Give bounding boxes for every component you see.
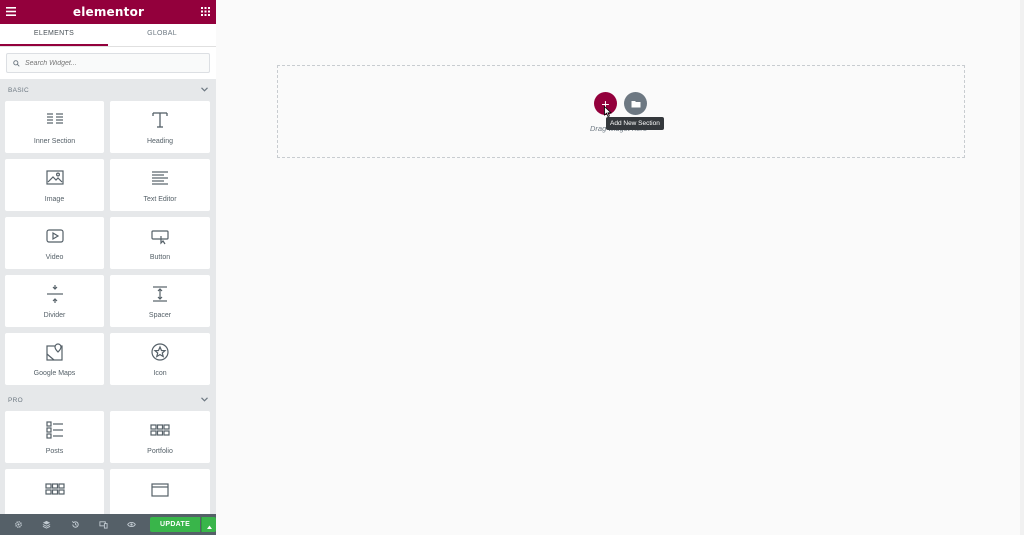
add-new-section-tooltip: Add New Section (606, 117, 664, 130)
folder-icon (631, 95, 641, 113)
tab-elements[interactable]: ELEMENTS (0, 24, 108, 46)
tab-global[interactable]: GLOBAL (108, 24, 216, 46)
posts-icon (45, 420, 63, 439)
widget-label: Button (149, 253, 171, 261)
heading-icon (152, 111, 168, 128)
gallery-icon (44, 483, 65, 495)
elementor-logo: elementor (72, 5, 145, 19)
widget-label: Divider (43, 311, 66, 319)
category-pro-label: PRO (8, 396, 23, 404)
widget-image[interactable]: Image (5, 159, 104, 211)
button-icon (151, 229, 169, 244)
panel-tabs: ELEMENTS GLOBAL (0, 24, 216, 47)
widget-google-maps[interactable]: Google Maps (5, 333, 104, 385)
widgets-grid-icon[interactable] (201, 3, 210, 21)
chevron-down-icon (201, 396, 208, 404)
panel-footer: UPDATE (0, 514, 216, 535)
widget-label: Inner Section (33, 137, 76, 145)
search-icon (13, 54, 20, 72)
canvas-scrollbar[interactable] (1020, 0, 1024, 535)
history-icon[interactable] (61, 520, 89, 529)
widget-posts[interactable]: Posts (5, 411, 104, 463)
category-basic-header[interactable]: BASIC (0, 79, 216, 101)
caret-up-icon (206, 516, 212, 534)
divider-icon (46, 284, 63, 303)
search-widget-input[interactable] (25, 59, 195, 67)
update-button[interactable]: UPDATE (150, 517, 201, 532)
add-template-button[interactable] (624, 92, 647, 115)
widget-spacer[interactable]: Spacer (110, 275, 210, 327)
widget-label: Video (45, 253, 64, 261)
widget-icon[interactable]: Icon (110, 333, 210, 385)
basic-widgets-grid: Inner Section Heading Image Text Editor … (0, 101, 216, 385)
widget-label: Heading (146, 137, 174, 145)
widget-label: Google Maps (33, 369, 76, 377)
widget-label: Portfolio (147, 447, 173, 455)
widget-label: Posts (45, 447, 64, 455)
inner-section-icon (46, 112, 63, 124)
update-options-button[interactable] (201, 517, 216, 532)
google-maps-icon (45, 342, 63, 361)
spacer-icon (153, 285, 167, 302)
add-section-dropzone[interactable] (277, 65, 965, 158)
widget-label: Image (44, 195, 65, 203)
category-pro-header[interactable]: PRO (0, 389, 216, 411)
widget-divider[interactable]: Divider (5, 275, 104, 327)
widget-inner-section[interactable]: Inner Section (5, 101, 104, 153)
widget-text-editor[interactable]: Text Editor (110, 159, 210, 211)
mouse-pointer-icon (604, 104, 612, 122)
star-icon (151, 342, 169, 361)
widget-button[interactable]: Button (110, 217, 210, 269)
category-basic-label: BASIC (8, 86, 30, 94)
panel-header: elementor (0, 0, 216, 24)
widget-label: Spacer (148, 311, 172, 319)
search-area (0, 47, 216, 79)
widget-label: Icon (153, 369, 167, 377)
widget-heading[interactable]: Heading (110, 101, 210, 153)
slides-icon (151, 483, 169, 497)
chevron-down-icon (201, 86, 208, 94)
preview-canvas (216, 0, 1024, 535)
widget-portfolio[interactable]: Portfolio (110, 411, 210, 463)
widget-label: Text Editor (143, 195, 177, 203)
image-icon (45, 169, 64, 185)
editor-panel: elementor ELEMENTS GLOBAL BASIC Inner Se… (0, 0, 216, 535)
preview-eye-icon[interactable] (118, 520, 146, 529)
text-editor-icon (152, 170, 168, 185)
navigator-layers-icon[interactable] (32, 520, 60, 529)
update-group: UPDATE (150, 517, 216, 532)
portfolio-icon (150, 423, 170, 436)
search-box (6, 53, 210, 73)
widget-video[interactable]: Video (5, 217, 104, 269)
pro-widgets-grid: Posts Portfolio (0, 411, 216, 521)
video-icon (45, 228, 64, 243)
responsive-mode-icon[interactable] (89, 520, 117, 529)
settings-gear-icon[interactable] (4, 520, 32, 529)
hamburger-menu-icon[interactable] (6, 3, 16, 21)
